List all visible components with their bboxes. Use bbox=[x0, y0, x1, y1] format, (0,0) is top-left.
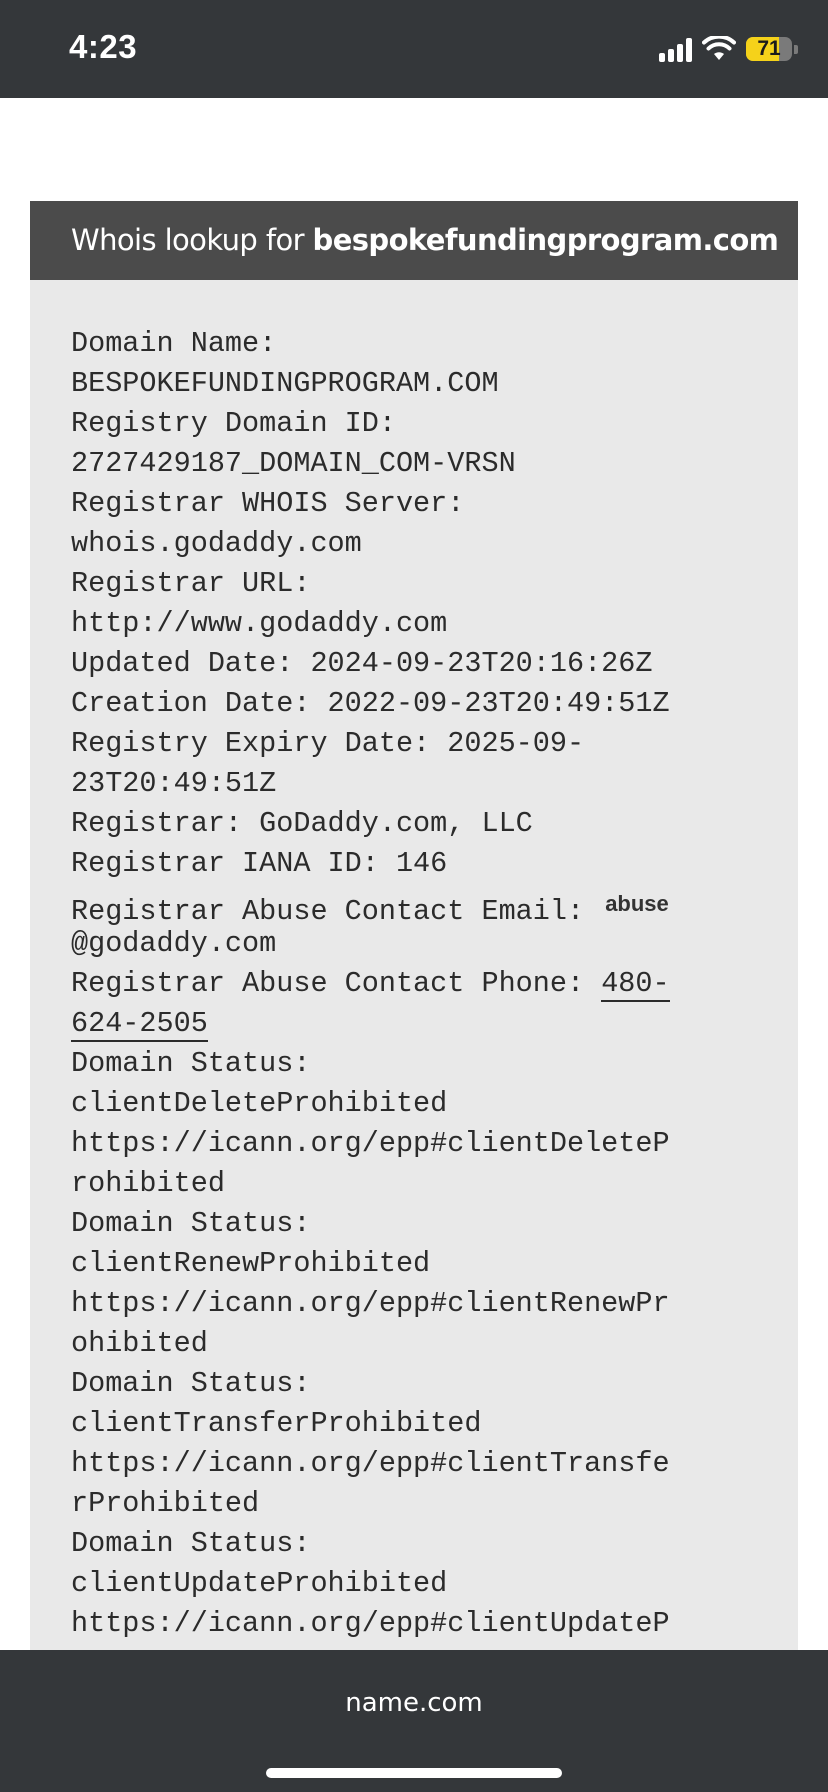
home-indicator[interactable] bbox=[266, 1768, 562, 1778]
abuse-phone-link[interactable]: 480- bbox=[601, 967, 670, 1002]
whois-header-domain: bespokefundingprogram.com bbox=[312, 223, 779, 257]
whois-line: Registrar Abuse Contact Phone: 480- bbox=[71, 964, 778, 1004]
whois-line: 23T20:49:51Z bbox=[71, 767, 277, 800]
abuse-phone-label: Registrar Abuse Contact Phone: bbox=[71, 967, 602, 1000]
whois-line: 624-2505 bbox=[71, 1004, 778, 1044]
status-time: 4:23 bbox=[69, 28, 138, 65]
whois-header-prefix: Whois lookup for bbox=[71, 223, 313, 257]
abuse-email-image: abuse bbox=[605, 891, 669, 916]
whois-line: Registrar URL: bbox=[71, 567, 311, 600]
whois-header: Whois lookup for bespokefundingprogram.c… bbox=[30, 201, 798, 280]
whois-line: rProhibited bbox=[71, 1487, 260, 1520]
whois-line: https://icann.org/epp#clientTransfe bbox=[71, 1447, 670, 1480]
whois-record: Domain Name: BESPOKEFUNDINGPROGRAM.COM R… bbox=[71, 324, 778, 1684]
whois-card: Whois lookup for bespokefundingprogram.c… bbox=[30, 201, 798, 1680]
wifi-icon bbox=[702, 36, 736, 60]
address-bar-url[interactable]: name.com bbox=[0, 1688, 828, 1718]
whois-line: https://icann.org/epp#clientRenewPr bbox=[71, 1287, 670, 1320]
whois-line: clientTransferProhibited bbox=[71, 1407, 482, 1440]
whois-line: clientRenewProhibited bbox=[71, 1247, 431, 1280]
whois-line: whois.godaddy.com bbox=[71, 527, 362, 560]
whois-line: Domain Name: bbox=[71, 327, 277, 360]
whois-line: 2727429187_DOMAIN_COM-VRSN bbox=[71, 447, 516, 480]
browser-bottom-bar: name.com bbox=[0, 1650, 828, 1792]
whois-line: BESPOKEFUNDINGPROGRAM.COM bbox=[71, 367, 499, 400]
whois-line: ohibited bbox=[71, 1327, 208, 1360]
whois-line: http://www.godaddy.com bbox=[71, 607, 448, 640]
abuse-phone-link-continued[interactable]: 624-2505 bbox=[71, 1007, 208, 1042]
cellular-signal-icon bbox=[659, 36, 692, 62]
status-icons: 71 bbox=[659, 34, 798, 64]
whois-line: https://icann.org/epp#clientDeleteP bbox=[71, 1127, 670, 1160]
whois-line: Registrar Abuse Contact Email: abuse bbox=[71, 884, 778, 928]
whois-line: rohibited bbox=[71, 1167, 225, 1200]
whois-line: Registrar: GoDaddy.com, LLC bbox=[71, 807, 533, 840]
whois-line: Domain Status: bbox=[71, 1047, 311, 1080]
whois-line: @godaddy.com bbox=[71, 927, 277, 960]
whois-line: https://icann.org/epp#clientUpdateP bbox=[71, 1607, 670, 1640]
whois-line: Registry Expiry Date: 2025-09- bbox=[71, 727, 585, 760]
whois-line: Domain Status: bbox=[71, 1527, 311, 1560]
whois-line: Creation Date: 2022-09-23T20:49:51Z bbox=[71, 687, 670, 720]
whois-line: Updated Date: 2024-09-23T20:16:26Z bbox=[71, 647, 653, 680]
whois-line: Domain Status: bbox=[71, 1207, 311, 1240]
battery-percent: 71 bbox=[757, 37, 781, 60]
whois-line: clientDeleteProhibited bbox=[71, 1087, 448, 1120]
whois-line: Registry Domain ID: bbox=[71, 407, 396, 440]
whois-line: Registrar WHOIS Server: bbox=[71, 487, 465, 520]
battery-icon: 71 bbox=[746, 37, 798, 61]
whois-line: Domain Status: bbox=[71, 1367, 311, 1400]
status-bar: 4:23 71 bbox=[0, 0, 828, 98]
whois-line: clientUpdateProhibited bbox=[71, 1567, 448, 1600]
whois-line: Registrar IANA ID: 146 bbox=[71, 847, 448, 880]
